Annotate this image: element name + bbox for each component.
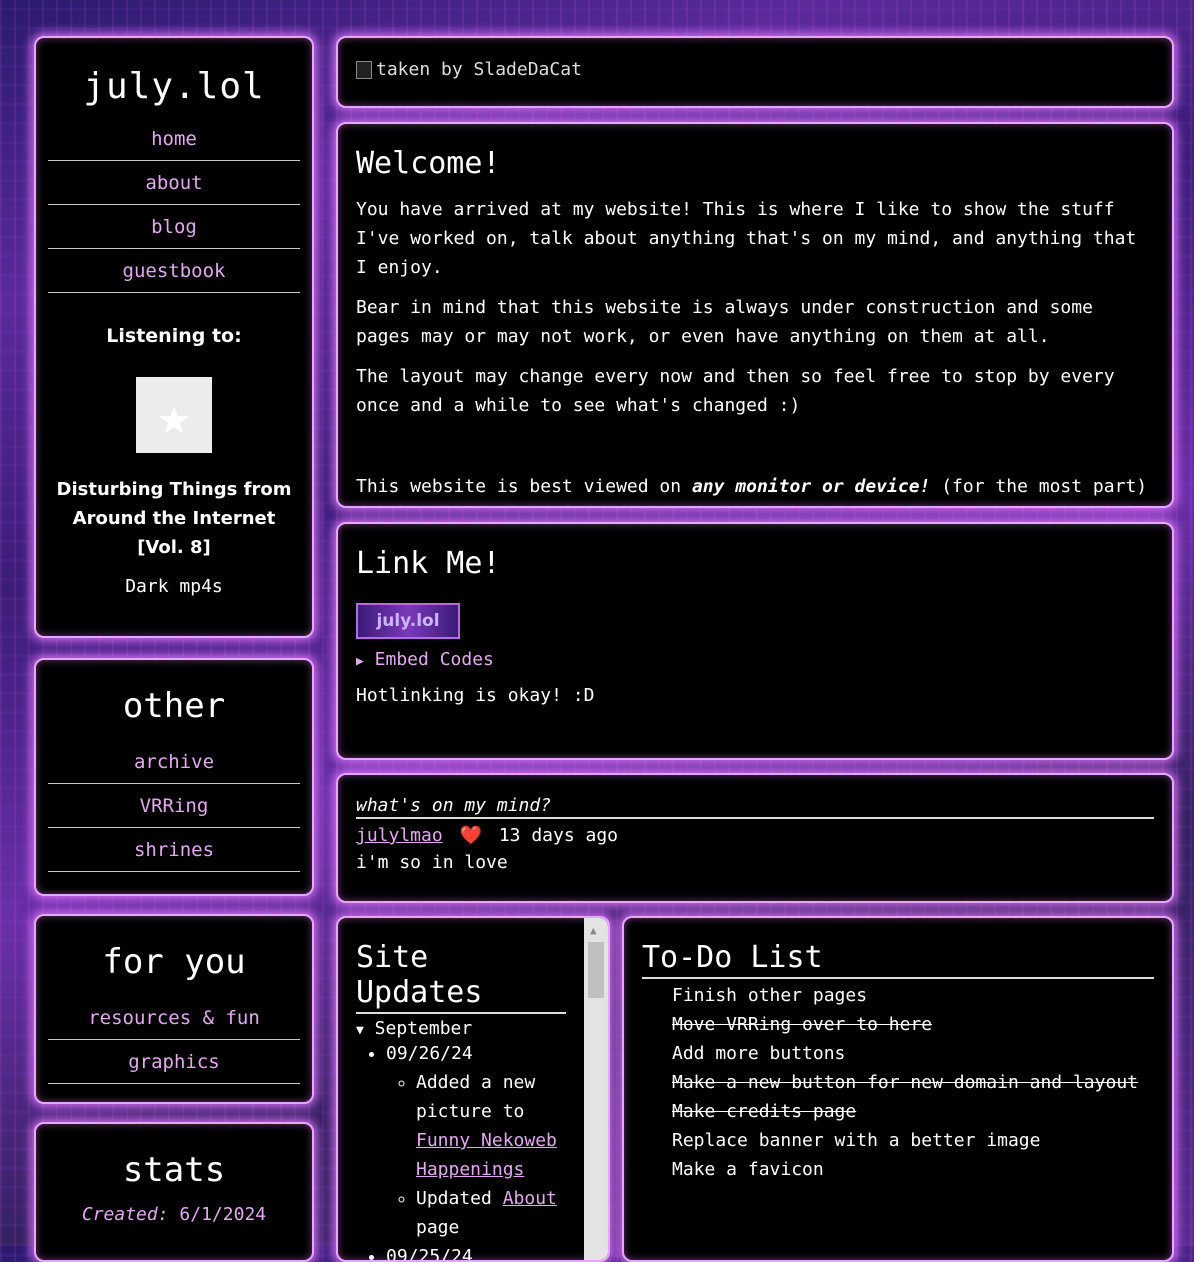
site-link-button[interactable]: july.lol	[356, 603, 460, 639]
banner-image: taken by SladeDaCat	[356, 59, 582, 80]
update-item-text: Updated	[416, 1188, 503, 1209]
month-toggle[interactable]: ▼ September	[356, 1018, 566, 1039]
todo-panel: To-Do List Finish other pages Move VRRin…	[622, 916, 1174, 1262]
mind-post-meta: julylmao ❤️ 13 days ago	[356, 825, 1154, 846]
welcome-paragraph-3: The layout may change every now and then…	[356, 366, 1115, 416]
mind-heading: what's on my mind?	[356, 795, 1154, 819]
update-item-link[interactable]: Funny Nekoweb Happenings	[416, 1130, 557, 1180]
todo-list: Finish other pages Move VRRing over to h…	[642, 981, 1154, 1184]
embed-codes-toggle[interactable]: ▶ Embed Codes	[356, 649, 1154, 670]
update-item: Added a new picture to Funny Nekoweb Hap…	[416, 1068, 566, 1184]
triangle-right-icon: ▶	[356, 654, 364, 669]
nav-link-home[interactable]: home	[48, 117, 300, 161]
updates-list: 09/26/24 Added a new picture to Funny Ne…	[356, 1039, 566, 1262]
update-item: Updated About page	[416, 1184, 566, 1242]
mind-user-link[interactable]: julylmao	[356, 825, 443, 846]
scroll-up-icon[interactable]: ▲	[590, 924, 597, 937]
todo-item: Make a new button for new domain and lay…	[672, 1072, 1138, 1093]
nav-link-shrines[interactable]: shrines	[48, 828, 300, 872]
update-item-text: page	[416, 1217, 460, 1238]
todo-item: Finish other pages	[672, 985, 868, 1006]
main-nav: home about blog guestbook	[36, 117, 312, 293]
star-icon: ★	[157, 383, 191, 447]
triangle-down-icon: ▼	[356, 1023, 364, 1038]
created-date: Created: 6/1/2024	[36, 1204, 312, 1225]
update-entry: 09/26/24 Added a new picture to Funny Ne…	[386, 1039, 566, 1242]
embed-codes-label: Embed Codes	[374, 649, 494, 670]
welcome-paragraph-4: This website is best viewed on any monit…	[356, 472, 1154, 501]
stats-heading: stats	[122, 1150, 226, 1190]
nav-link-vrring[interactable]: VRRing	[48, 784, 300, 828]
link-me-heading: Link Me!	[356, 546, 501, 581]
todo-item: Make credits page	[672, 1101, 857, 1122]
welcome-p4-before: This website is best viewed on	[356, 476, 692, 497]
todo-item: Replace banner with a better image	[672, 1130, 1041, 1151]
site-updates-heading: Site Updates	[356, 940, 566, 1014]
update-date: 09/26/24	[386, 1043, 473, 1064]
for-you-heading: for you	[102, 942, 246, 982]
artist-name: Dark mp4s	[125, 576, 223, 597]
welcome-panel: Welcome! You have arrived at my website!…	[336, 122, 1174, 508]
sidebar-main-panel: july.lol home about blog guestbook Liste…	[34, 36, 314, 638]
todo-item: Move VRRing over to here	[672, 1014, 933, 1035]
month-label: September	[374, 1018, 473, 1039]
welcome-heading: Welcome!	[356, 146, 501, 181]
other-heading: other	[122, 686, 226, 726]
todo-heading: To-Do List	[642, 940, 1154, 979]
link-me-panel: Link Me! july.lol ▶ Embed Codes Hotlinki…	[336, 522, 1174, 760]
stats-panel: stats Created: 6/1/2024	[34, 1122, 314, 1262]
welcome-p4-after: (for the most part)	[930, 476, 1148, 497]
other-nav: archive VRRing shrines	[36, 740, 312, 872]
nav-link-graphics[interactable]: graphics	[48, 1040, 300, 1084]
hotlink-text: Hotlinking is okay! :D	[356, 685, 595, 706]
banner-alt-text: taken by SladeDaCat	[376, 59, 582, 80]
for-you-nav: resources & fun graphics	[36, 996, 312, 1084]
welcome-paragraph-1: You have arrived at my website! This is …	[356, 199, 1137, 278]
update-entry: 09/25/24	[386, 1242, 566, 1262]
banner-panel: taken by SladeDaCat	[336, 36, 1174, 108]
welcome-p4-emphasis: any monitor or device!	[691, 476, 931, 497]
broken-image-icon	[356, 60, 372, 79]
update-date: 09/25/24	[386, 1246, 473, 1262]
album-art: ★	[136, 377, 212, 453]
welcome-paragraph-2: Bear in mind that this website is always…	[356, 297, 1093, 347]
nav-link-blog[interactable]: blog	[48, 205, 300, 249]
link-button-wrap: july.lol	[356, 603, 1154, 639]
created-label: Created:	[81, 1204, 169, 1225]
for-you-panel: for you resources & fun graphics	[34, 914, 314, 1104]
mind-message: i'm so in love	[356, 852, 508, 873]
scrollbar[interactable]: ▲	[584, 918, 608, 1260]
nav-link-guestbook[interactable]: guestbook	[48, 249, 300, 293]
nav-link-about[interactable]: about	[48, 161, 300, 205]
site-updates-panel[interactable]: ▲ Site Updates ▼ September 09/26/24 Adde…	[336, 916, 610, 1262]
other-panel: other archive VRRing shrines	[34, 658, 314, 896]
heart-icon: ❤️	[459, 825, 482, 846]
mind-time: 13 days ago	[498, 825, 619, 846]
created-value: 6/1/2024	[179, 1204, 267, 1225]
update-item-link[interactable]: About	[503, 1188, 557, 1209]
song-title: Disturbing Things from Around the Intern…	[56, 479, 292, 558]
update-item-text: Added a new picture to	[416, 1072, 536, 1122]
todo-item: Add more buttons	[672, 1043, 846, 1064]
site-title[interactable]: july.lol	[36, 66, 312, 107]
nav-link-resources[interactable]: resources & fun	[48, 996, 300, 1040]
nav-link-archive[interactable]: archive	[48, 740, 300, 784]
listening-heading: Listening to:	[106, 325, 242, 347]
todo-item: Make a favicon	[672, 1159, 824, 1180]
scrollbar-thumb[interactable]	[588, 942, 604, 998]
mind-panel: what's on my mind? julylmao ❤️ 13 days a…	[336, 773, 1174, 903]
